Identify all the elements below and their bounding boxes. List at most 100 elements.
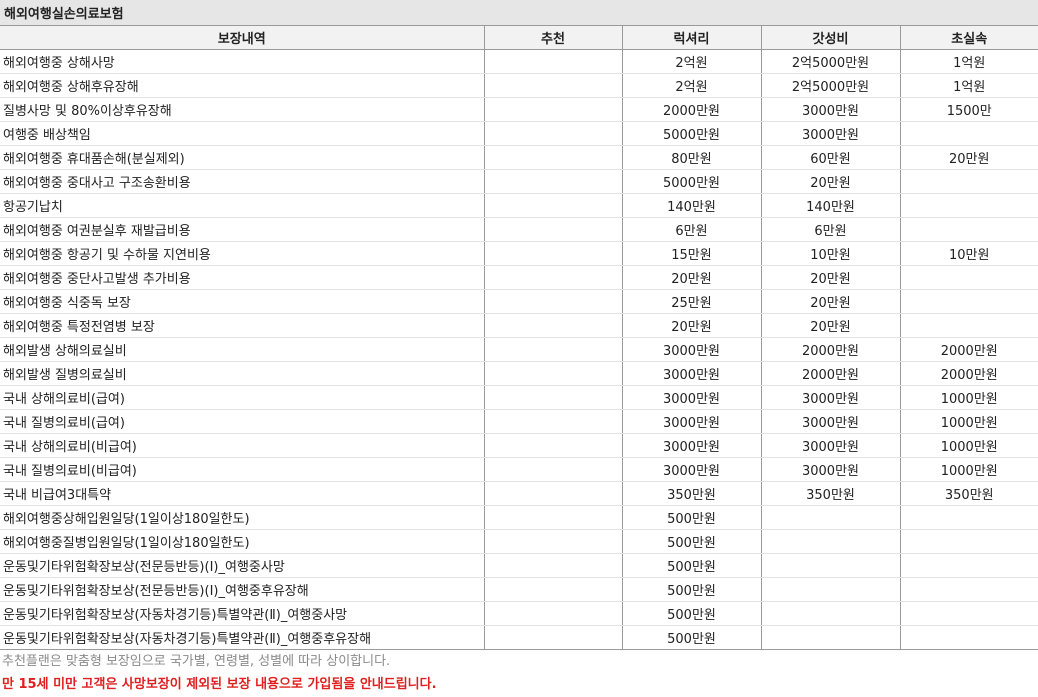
table-row: 해외여행중상해입원일당(1일이상180일한도) 500만원 (0, 505, 1038, 530)
luxury-cell: 2억원 (621, 49, 761, 74)
recommend-cell (483, 313, 622, 338)
luxury-cell: 3000만원 (621, 433, 761, 458)
coverage-cell: 운동및기타위험확장보상(전문등반등)(Ⅰ)_여행중사망 (0, 553, 484, 578)
value-cell: 3000만원 (760, 97, 900, 122)
recommend-cell (483, 553, 622, 578)
recommend-cell (483, 217, 622, 242)
recommend-cell (483, 265, 622, 290)
value-cell: 20만원 (760, 289, 900, 314)
table-row: 항공기납치 140만원 140만원 (0, 193, 1038, 218)
luxury-cell: 350만원 (621, 481, 761, 506)
basic-cell (899, 169, 1038, 194)
coverage-cell: 해외여행중 여권분실후 재발급비용 (0, 217, 484, 242)
basic-cell: 1000만원 (899, 385, 1038, 410)
value-cell (760, 505, 900, 530)
recommend-cell (483, 385, 622, 410)
basic-cell (899, 529, 1038, 554)
luxury-cell: 3000만원 (621, 337, 761, 362)
value-cell: 20만원 (760, 265, 900, 290)
recommend-cell (483, 457, 622, 482)
recommend-cell (483, 361, 622, 386)
table-row: 해외여행중 상해사망 2억원 2억5000만원 1억원 (0, 49, 1038, 74)
coverage-cell: 질병사망 및 80%이상후유장해 (0, 97, 484, 122)
coverage-cell: 해외여행중 상해후유장해 (0, 73, 484, 98)
luxury-cell: 2억원 (621, 73, 761, 98)
recommend-cell (483, 241, 622, 266)
basic-cell: 1억원 (899, 49, 1038, 74)
value-cell (760, 625, 900, 650)
table-row: 국내 비급여3대특약 350만원 350만원 350만원 (0, 481, 1038, 506)
value-cell: 20만원 (760, 169, 900, 194)
basic-cell (899, 505, 1038, 530)
recommend-cell (483, 337, 622, 362)
recommend-cell (483, 97, 622, 122)
recommend-cell (483, 577, 622, 602)
coverage-cell: 국내 상해의료비(비급여) (0, 433, 484, 458)
value-cell: 10만원 (760, 241, 900, 266)
table-row: 해외발생 상해의료실비 3000만원 2000만원 2000만원 (0, 337, 1038, 362)
luxury-cell: 3000만원 (621, 385, 761, 410)
coverage-cell: 해외여행중 중단사고발생 추가비용 (0, 265, 484, 290)
table-row: 국내 질병의료비(급여) 3000만원 3000만원 1000만원 (0, 409, 1038, 434)
table-row: 해외여행중 중단사고발생 추가비용 20만원 20만원 (0, 265, 1038, 290)
value-cell: 2000만원 (760, 337, 900, 362)
luxury-cell: 15만원 (621, 241, 761, 266)
recommend-cell (483, 121, 622, 146)
table-row: 해외여행중질병입원일당(1일이상180일한도) 500만원 (0, 529, 1038, 554)
basic-cell (899, 121, 1038, 146)
table-row: 해외여행중 중대사고 구조송환비용 5000만원 20만원 (0, 169, 1038, 194)
coverage-cell: 항공기납치 (0, 193, 484, 218)
table-row: 운동및기타위험확장보상(자동차경기등)특별약관(Ⅱ)_여행중사망 500만원 (0, 601, 1038, 626)
value-cell: 20만원 (760, 313, 900, 338)
value-cell: 6만원 (760, 217, 900, 242)
coverage-cell: 국내 상해의료비(급여) (0, 385, 484, 410)
basic-cell (899, 577, 1038, 602)
table-row: 국내 질병의료비(비급여) 3000만원 3000만원 1000만원 (0, 457, 1038, 482)
basic-cell (899, 289, 1038, 314)
table-row: 해외여행중 특정전염병 보장 20만원 20만원 (0, 313, 1038, 338)
table-row: 운동및기타위험확장보상(전문등반등)(Ⅰ)_여행중사망 500만원 (0, 553, 1038, 578)
value-cell (760, 553, 900, 578)
recommend-cell (483, 601, 622, 626)
value-cell: 3000만원 (760, 409, 900, 434)
recommend-cell (483, 289, 622, 314)
value-cell: 3000만원 (760, 457, 900, 482)
coverage-cell: 해외발생 질병의료실비 (0, 361, 484, 386)
table-row: 질병사망 및 80%이상후유장해 2000만원 3000만원 1500만 (0, 97, 1038, 122)
recommend-cell (483, 145, 622, 170)
luxury-cell: 20만원 (621, 313, 761, 338)
table-row: 여행중 배상책임 5000만원 3000만원 (0, 121, 1038, 146)
recommend-cell (483, 73, 622, 98)
table-row: 해외여행중 상해후유장해 2억원 2억5000만원 1억원 (0, 73, 1038, 98)
value-cell: 2000만원 (760, 361, 900, 386)
luxury-cell: 500만원 (621, 505, 761, 530)
luxury-cell: 500만원 (621, 553, 761, 578)
recommend-cell (483, 625, 622, 650)
luxury-cell: 500만원 (621, 529, 761, 554)
coverage-cell: 국내 비급여3대특약 (0, 481, 484, 506)
table-row: 해외여행중 여권분실후 재발급비용 6만원 6만원 (0, 217, 1038, 242)
basic-cell (899, 217, 1038, 242)
luxury-cell: 3000만원 (621, 361, 761, 386)
column-header-coverage: 보장내역 (0, 26, 484, 50)
luxury-cell: 3000만원 (621, 409, 761, 434)
table-row: 국내 상해의료비(급여) 3000만원 3000만원 1000만원 (0, 385, 1038, 410)
luxury-cell: 6만원 (621, 217, 761, 242)
coverage-cell: 해외여행중 휴대품손해(분실제외) (0, 145, 484, 170)
coverage-cell: 해외발생 상해의료실비 (0, 337, 484, 362)
basic-cell: 2000만원 (899, 337, 1038, 362)
value-cell (760, 577, 900, 602)
coverage-table: 보장내역 추천 럭셔리 갓성비 초실속 해외여행중 상해사망 2억원 2억5000만… (0, 26, 1038, 650)
basic-cell (899, 265, 1038, 290)
luxury-cell: 5000만원 (621, 169, 761, 194)
notes: 추천플랜은 맞춤형 보장임으로 국가별, 연령별, 성별에 따라 상이합니다. … (0, 650, 1038, 696)
basic-cell: 1억원 (899, 73, 1038, 98)
value-cell (760, 529, 900, 554)
basic-cell: 1500만 (899, 97, 1038, 122)
recommend-cell (483, 409, 622, 434)
basic-cell: 1000만원 (899, 409, 1038, 434)
value-cell: 140만원 (760, 193, 900, 218)
value-cell: 3000만원 (760, 433, 900, 458)
recommend-cell (483, 193, 622, 218)
luxury-cell: 3000만원 (621, 457, 761, 482)
